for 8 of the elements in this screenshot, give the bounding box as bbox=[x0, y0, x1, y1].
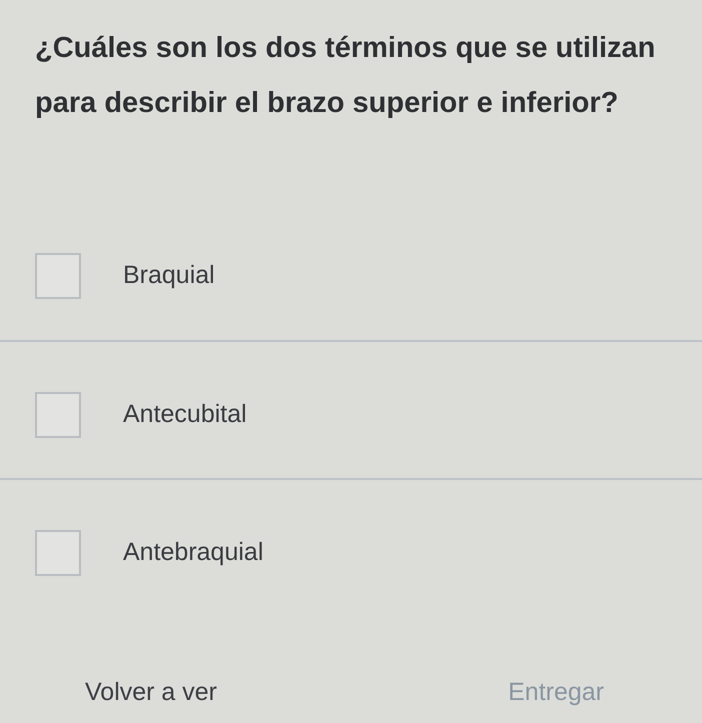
back-button[interactable]: Volver a ver bbox=[77, 672, 226, 712]
checkbox[interactable] bbox=[35, 392, 81, 438]
question-text: ¿Cuáles son los dos términos que se utilizan para describir el brazo superior e inferior? bbox=[35, 31, 656, 121]
option-label: Antecubital bbox=[123, 399, 247, 430]
option-label: Antebraquial bbox=[123, 537, 264, 568]
checkbox[interactable] bbox=[35, 530, 81, 576]
checkbox[interactable] bbox=[35, 253, 81, 299]
option-label: Braquial bbox=[123, 260, 215, 292]
